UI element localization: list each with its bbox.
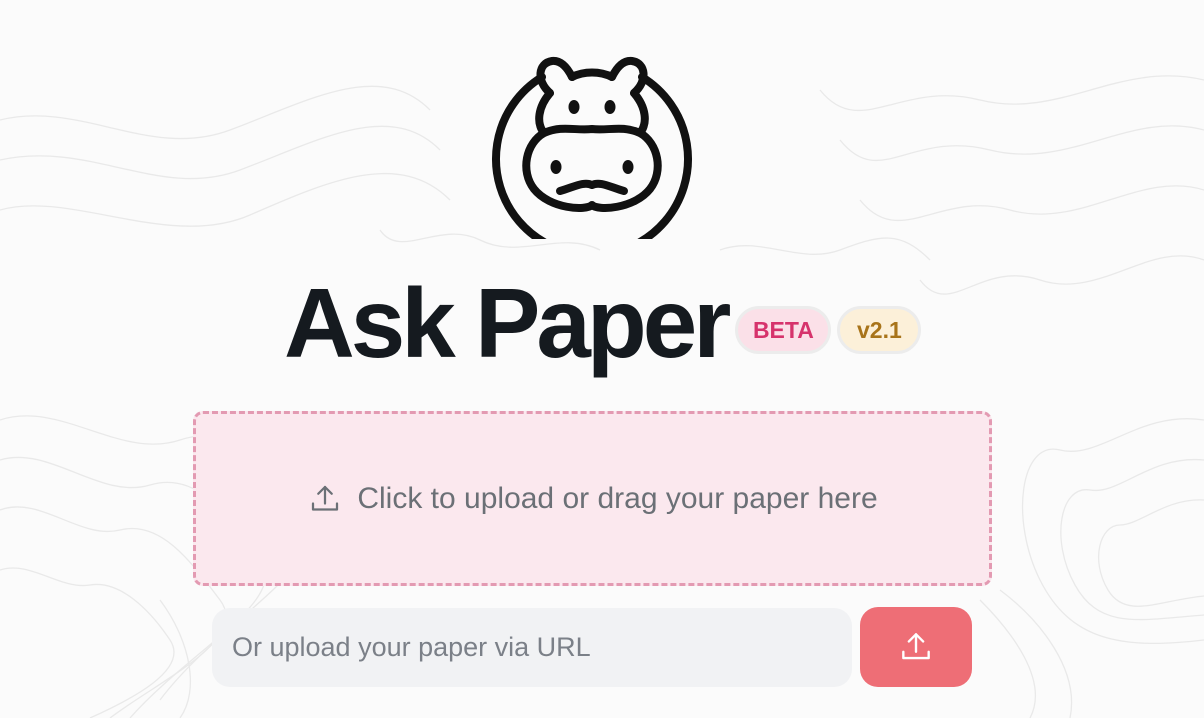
paper-url-input[interactable] [212,608,852,687]
upload-url-button[interactable] [860,607,972,687]
dropzone-text: Click to upload or drag your paper here [357,481,878,515]
landing-page: Ask Paper BETA v2.1 Click to upload or d… [0,0,1204,718]
version-badge: v2.1 [837,306,922,354]
upload-icon [312,485,339,511]
beta-badge: BETA [735,306,832,354]
app-title: Ask Paper [284,268,731,378]
dropzone-content: Click to upload or drag your paper here [307,481,878,517]
file-dropzone[interactable]: Click to upload or drag your paper here [193,411,992,586]
upload-icon [902,633,930,660]
title-row: Ask Paper BETA v2.1 [284,268,922,378]
hippo-logo-icon [492,56,692,239]
